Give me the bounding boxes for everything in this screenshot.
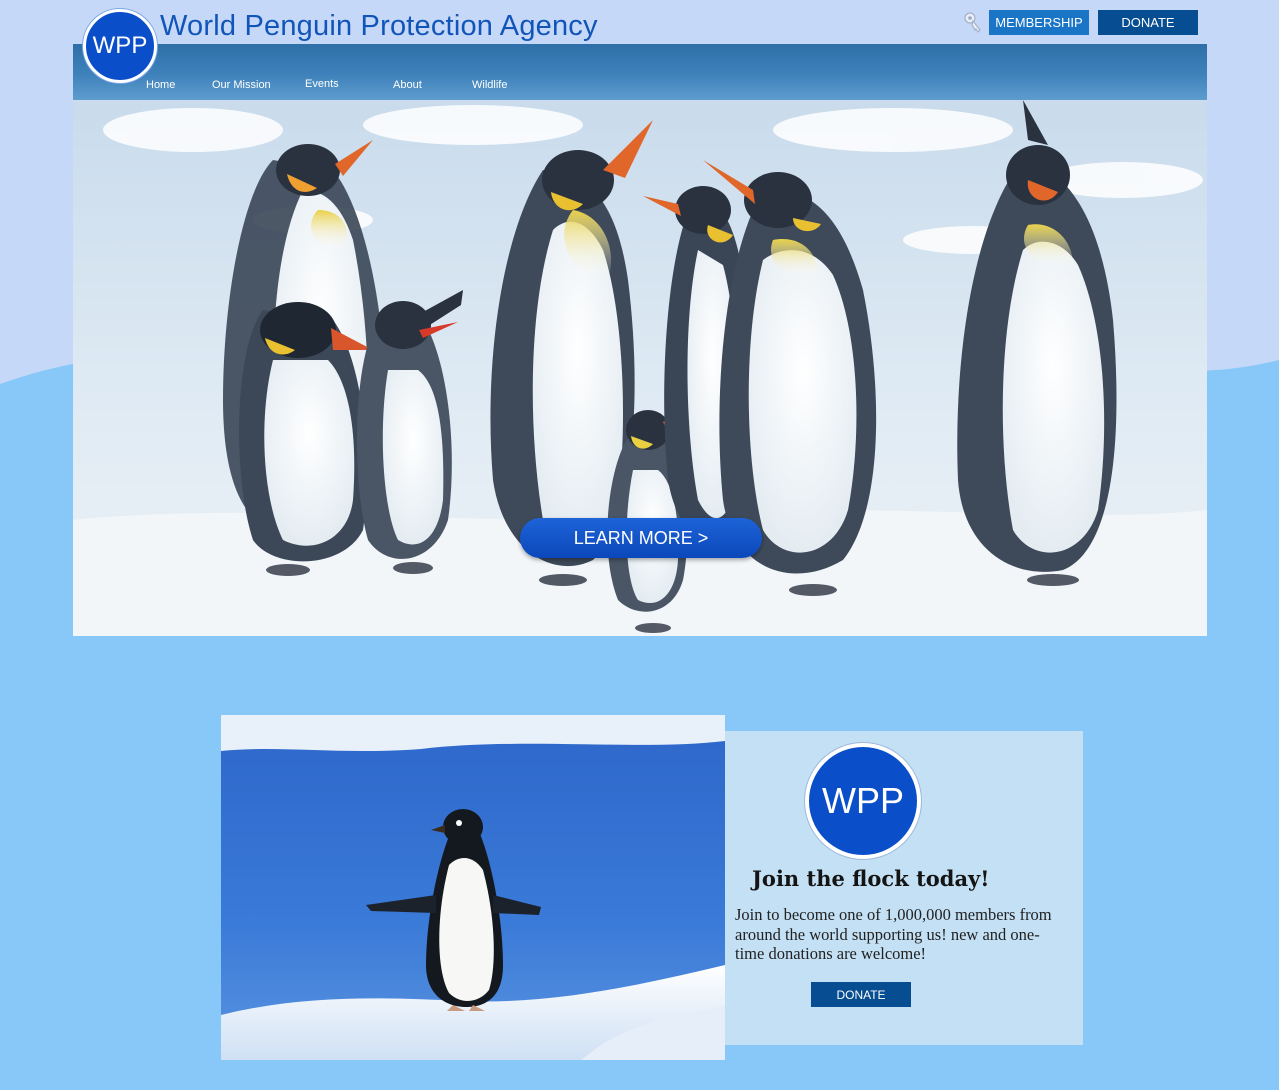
site-title[interactable]: World Penguin Protection Agency <box>160 10 598 43</box>
hero-banner: Home Our Mission Events About Wildlife L… <box>73 44 1207 636</box>
nav-item-our-mission[interactable]: Our Mission <box>212 79 271 91</box>
nav-item-wildlife[interactable]: Wildlife <box>472 79 507 91</box>
nav-item-about[interactable]: About <box>393 79 422 91</box>
donate-button-panel[interactable]: DONATE <box>811 982 911 1007</box>
join-heading: Join the flock today! <box>752 866 990 891</box>
join-panel: WPP Join the flock today! Join to become… <box>725 731 1083 1045</box>
key-icon[interactable] <box>963 11 983 33</box>
wpp-logo[interactable]: WPP <box>83 9 157 83</box>
membership-button[interactable]: MEMBERSHIP <box>989 10 1089 35</box>
penguin-photo <box>221 715 725 1060</box>
donate-button-header[interactable]: DONATE <box>1098 10 1198 35</box>
nav-item-events[interactable]: Events <box>305 78 339 90</box>
nav-item-home[interactable]: Home <box>146 79 175 91</box>
join-description: Join to become one of 1,000,000 members … <box>735 905 1052 963</box>
wpp-logo-large: WPP <box>805 743 921 859</box>
learn-more-button[interactable]: LEARN MORE > <box>520 518 762 558</box>
nav-bar: Home Our Mission Events About Wildlife <box>73 44 1207 100</box>
main-nav: Home Our Mission Events About Wildlife <box>73 78 1207 95</box>
